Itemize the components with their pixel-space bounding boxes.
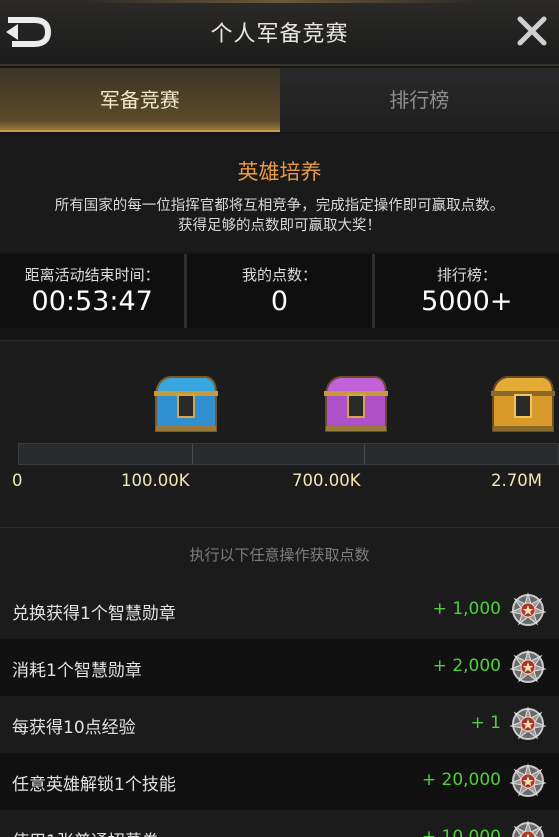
task-row: 使用1张普通招募卷 + 10,000: [0, 810, 559, 837]
my-points-label: 我的点数：: [241, 266, 317, 284]
reward-progress: 0 100.00K 700.00K 2.70M: [0, 340, 559, 528]
time-remaining-panel: 距离活动结束时间： 00:53:47: [0, 254, 185, 328]
task-label: 使用1张普通招募卷: [12, 827, 159, 837]
blue-chest-icon[interactable]: [150, 371, 222, 439]
purple-chest-icon[interactable]: [320, 371, 392, 439]
rank-value: 5000+: [421, 286, 513, 317]
tick-label-0: 0: [12, 471, 23, 490]
progress-divider: [192, 444, 193, 464]
close-icon: [517, 16, 547, 46]
gold-chest-icon[interactable]: [487, 371, 559, 439]
event-title: 英雄培养: [237, 160, 322, 184]
tab-arms-race[interactable]: 军备竞赛: [0, 68, 280, 132]
my-points-panel: 我的点数： 0: [187, 254, 372, 328]
task-label: 每获得10点经验: [12, 718, 136, 738]
task-row: 兑换获得1个智慧勋章 + 1,000: [0, 582, 559, 639]
page-title: 个人军备竞赛: [210, 22, 349, 47]
task-label: 消耗1个智慧勋章: [12, 661, 142, 681]
points-medal-icon: [509, 704, 547, 744]
task-list: 执行以下任意操作获取点数 兑换获得1个智慧勋章 + 1,000 消耗1个智慧勋章…: [0, 528, 559, 837]
task-points: + 1,000: [432, 599, 501, 619]
event-description-line1: 所有国家的每一位指挥官都将互相竞争，完成指定操作即可赢取点数。: [54, 198, 505, 214]
task-row: 消耗1个智慧勋章 + 2,000: [0, 639, 559, 696]
time-remaining-label: 距离活动结束时间：: [24, 266, 160, 284]
my-points-value: 0: [270, 286, 289, 317]
task-row: 任意英雄解锁1个技能 + 20,000: [0, 753, 559, 810]
task-points: + 20,000: [421, 770, 501, 790]
task-points: + 2,000: [432, 656, 501, 676]
points-medal-icon: [509, 590, 547, 630]
title-bar: 个人军备竞赛: [0, 0, 559, 66]
progress-divider: [364, 444, 365, 464]
tick-label-3: 2.70M: [491, 471, 542, 490]
points-medal-icon: [509, 818, 547, 837]
stats-row: 距离活动结束时间： 00:53:47 我的点数： 0 排行榜： 5000+: [0, 254, 559, 328]
task-list-header: 执行以下任意操作获取点数: [189, 546, 370, 564]
close-button[interactable]: [511, 10, 557, 52]
points-medal-icon: [509, 647, 547, 687]
time-remaining-value: 00:53:47: [31, 286, 153, 317]
task-label: 兑换获得1个智慧勋章: [12, 604, 176, 624]
tick-label-1: 100.00K: [121, 471, 190, 490]
task-points: + 10,000: [421, 827, 501, 837]
event-description-line2: 获得足够的点数即可赢取大奖！: [178, 218, 381, 234]
points-medal-icon: [509, 761, 547, 801]
tab-leaderboard[interactable]: 排行榜: [279, 68, 559, 132]
task-points: + 1: [470, 713, 501, 733]
tab-bar: 军备竞赛 排行榜: [0, 68, 559, 132]
task-row: 每获得10点经验 + 1: [0, 696, 559, 753]
task-label: 任意英雄解锁1个技能: [12, 775, 176, 795]
rank-panel: 排行榜： 5000+: [374, 254, 559, 328]
rank-label: 排行榜：: [436, 266, 497, 284]
points-progress-bar: [18, 443, 559, 465]
tick-label-2: 700.00K: [292, 471, 361, 490]
event-description: 所有国家的每一位指挥官都将互相竞争，完成指定操作即可赢取点数。 获得足够的点数即…: [0, 196, 559, 236]
event-info: 英雄培养 所有国家的每一位指挥官都将互相竞争，完成指定操作即可赢取点数。 获得足…: [0, 134, 559, 252]
